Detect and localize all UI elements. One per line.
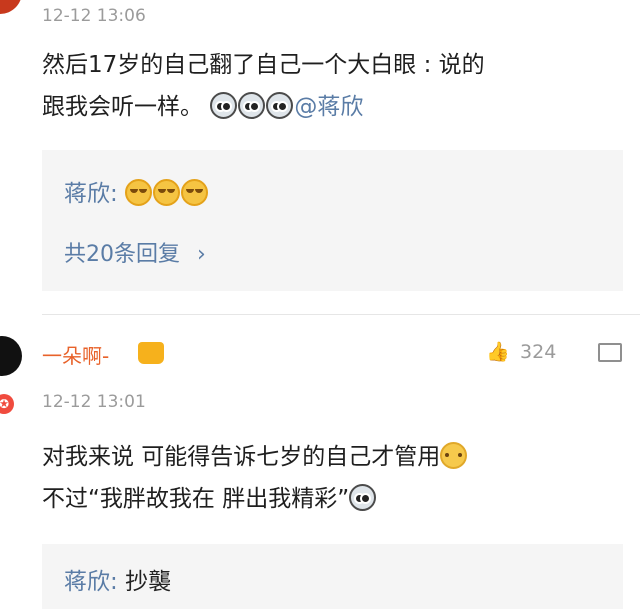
reply-text: 抄襲	[125, 569, 172, 595]
comment-text: 然后17岁的自己翻了自己一个大白眼 : 说的 跟我会听一样。 @蒋欣	[42, 44, 622, 128]
divider	[42, 314, 640, 315]
crown-badge-icon	[138, 342, 164, 364]
more-replies-link[interactable]: 共20条回复 ›	[64, 236, 206, 268]
reply-separator: :	[110, 181, 118, 207]
laugh-cry-icon	[125, 179, 153, 206]
comment-time: 12-12 13:01	[42, 392, 146, 412]
comment-text-line-2: 不过“我胖故我在 胖出我精彩”	[42, 478, 622, 520]
thumbs-up-icon: 👍	[486, 341, 510, 363]
chevron-right-icon: ›	[197, 242, 206, 267]
like-count: 324	[520, 341, 557, 363]
comment-username[interactable]: 一朵啊-	[42, 340, 109, 369]
comment-text-part: 不过“我胖故我在 胖出我精彩”	[42, 486, 350, 512]
reply-separator: :	[110, 569, 118, 595]
comment-text-prefix: 跟我会听一样。	[42, 94, 203, 120]
like-button[interactable]: 👍 324	[486, 340, 556, 363]
reply-line: 蒋欣:	[64, 174, 209, 208]
mention-link[interactable]: @蒋欣	[294, 94, 363, 120]
reply-box[interactable]: 蒋欣: 共20条回复 ›	[42, 150, 623, 291]
verified-badge-icon: ✪	[0, 394, 14, 414]
comment-icon[interactable]	[598, 343, 622, 362]
comment-time: 12-12 13:06	[42, 6, 146, 26]
comment-text-line-1: 然后17岁的自己翻了自己一个大白眼 : 说的	[42, 52, 485, 78]
avatar[interactable]	[0, 0, 22, 14]
laugh-cry-icon	[153, 179, 181, 206]
laugh-cry-icon	[181, 179, 209, 206]
husky-emoji-icon	[210, 92, 238, 119]
reply-box[interactable]: 蒋欣: 抄襲	[42, 544, 623, 609]
reply-author[interactable]: 蒋欣	[64, 181, 110, 207]
comment-text: 对我来说 可能得告诉七岁的自己才管用 不过“我胖故我在 胖出我精彩”	[42, 436, 622, 520]
reply-line: 蒋欣: 抄襲	[64, 562, 171, 596]
comment-text-line-2: 跟我会听一样。 @蒋欣	[42, 86, 622, 128]
reply-author[interactable]: 蒋欣	[64, 569, 110, 595]
comment-text-line-1: 对我来说 可能得告诉七岁的自己才管用	[42, 436, 622, 478]
more-replies-label: 共20条回复	[64, 242, 180, 267]
avatar[interactable]	[0, 336, 22, 376]
husky-emoji-icon	[238, 92, 266, 119]
husky-emoji-icon	[349, 484, 377, 511]
husky-emoji-icon	[266, 92, 294, 119]
comment-text-part: 对我来说 可能得告诉七岁的自己才管用	[42, 444, 441, 470]
shrug-emoji-icon	[440, 442, 468, 469]
